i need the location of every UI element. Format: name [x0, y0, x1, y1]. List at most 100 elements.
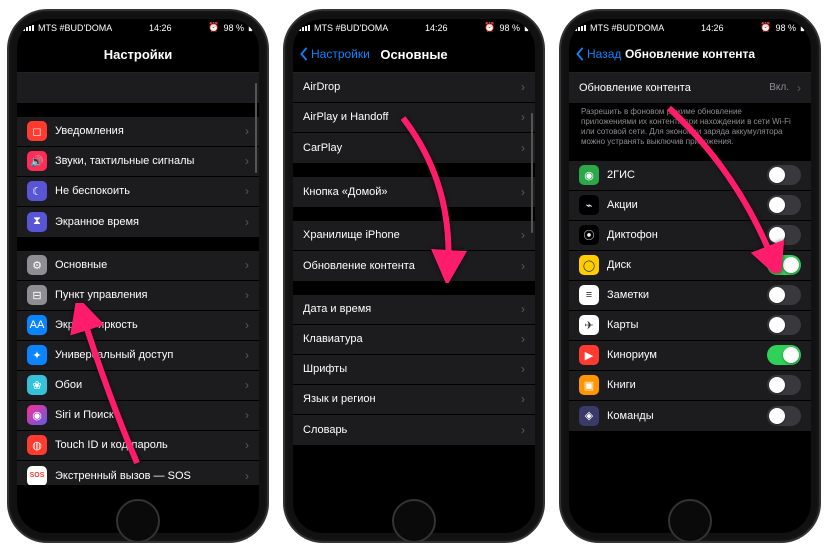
phone-frame-2: MTS #BUD'DOMA 14:26 ⏰ 98 % ▮ Настройки О… — [285, 11, 543, 541]
chevron-right-icon: › — [245, 288, 249, 302]
app-toggle[interactable] — [767, 195, 801, 215]
row-notifications[interactable]: ◻ Уведомления › — [17, 117, 259, 147]
row-label: Звуки, тактильные сигналы — [55, 155, 237, 167]
row-label: Обновление контента — [303, 260, 513, 272]
row-sos[interactable]: SOS Экстренный вызов — SOS › — [17, 461, 259, 485]
app-row[interactable]: ▣Книги — [569, 371, 811, 401]
app-row[interactable]: ▶Кинориум — [569, 341, 811, 371]
sliders-icon: ⊟ — [27, 285, 47, 305]
screen-1: MTS #BUD'DOMA 14:26 ⏰ 98 % ▮ Настройки ◻… — [17, 19, 259, 533]
app-icon: ◈ — [579, 406, 599, 426]
back-label: Настройки — [311, 47, 370, 61]
back-button[interactable]: Настройки — [299, 37, 370, 72]
app-toggle[interactable] — [767, 255, 801, 275]
app-row[interactable]: ◯Диск — [569, 251, 811, 281]
app-toggle[interactable] — [767, 406, 801, 426]
row-refresh-master[interactable]: Обновление контента Вкл. › — [569, 73, 811, 103]
app-row[interactable]: ✈Карты — [569, 311, 811, 341]
battery-icon: ▮ — [248, 22, 253, 33]
row-controlcenter[interactable]: ⊟ Пункт управления › — [17, 281, 259, 311]
siri-icon: ◉ — [27, 405, 47, 425]
row-sounds[interactable]: 🔊 Звуки, тактильные сигналы › — [17, 147, 259, 177]
row-general[interactable]: ⚙ Основные › — [17, 251, 259, 281]
row-language[interactable]: Язык и регион › — [293, 385, 535, 415]
row-display[interactable]: AA Экран и яркость › — [17, 311, 259, 341]
scrollbar[interactable] — [255, 83, 257, 173]
row-label: Touch ID и код-пароль — [55, 439, 237, 451]
row-wallpaper[interactable]: ❀ Обои › — [17, 371, 259, 401]
phone-frame-3: MTS #BUD'DOMA 14:26 ⏰ 98 % ▮ Назад Обнов… — [561, 11, 819, 541]
app-label: Диктофон — [607, 229, 759, 241]
app-row[interactable]: ≡Заметки — [569, 281, 811, 311]
back-button[interactable]: Назад — [575, 37, 621, 72]
row-label: Пункт управления — [55, 289, 237, 301]
clock-label: 14:26 — [149, 23, 172, 33]
row-siri[interactable]: ◉ Siri и Поиск › — [17, 401, 259, 431]
battery-icon: ▮ — [800, 22, 805, 33]
row-label: Основные — [55, 259, 237, 271]
app-icon: ◯ — [579, 255, 599, 275]
home-button[interactable] — [668, 499, 712, 543]
search-placeholder-row[interactable] — [17, 73, 259, 103]
row-background-refresh[interactable]: Обновление контента › — [293, 251, 535, 281]
row-storage[interactable]: Хранилище iPhone › — [293, 221, 535, 251]
home-button[interactable] — [392, 499, 436, 543]
row-accessibility[interactable]: ✦ Универсальный доступ › — [17, 341, 259, 371]
battery-label: 98 % — [224, 23, 245, 33]
app-toggle[interactable] — [767, 315, 801, 335]
chevron-right-icon: › — [245, 258, 249, 272]
row-homebutton[interactable]: Кнопка «Домой» › — [293, 177, 535, 207]
row-dictionary[interactable]: Словарь › — [293, 415, 535, 445]
settings-list[interactable]: ◻ Уведомления › 🔊 Звуки, тактильные сигн… — [17, 73, 259, 485]
row-keyboard[interactable]: Клавиатура › — [293, 325, 535, 355]
chevron-right-icon: › — [521, 185, 525, 199]
page-title: Обновление контента — [625, 47, 755, 61]
row-label: Кнопка «Домой» — [303, 186, 513, 198]
app-row[interactable]: ◈Команды — [569, 401, 811, 431]
row-fonts[interactable]: Шрифты › — [293, 355, 535, 385]
nav-bar: Настройки — [17, 37, 259, 73]
row-carplay[interactable]: CarPlay › — [293, 133, 535, 163]
row-label: Дата и время — [303, 303, 513, 315]
app-icon: ⦿ — [579, 225, 599, 245]
gear-icon: ⚙ — [27, 255, 47, 275]
chevron-right-icon: › — [521, 141, 525, 155]
app-icon: ▶ — [579, 345, 599, 365]
row-airplay[interactable]: AirPlay и Handoff › — [293, 103, 535, 133]
row-label: Шрифты — [303, 363, 513, 375]
carrier-label: MTS #BUD'DOMA — [314, 23, 388, 33]
section-footer: Разрешить в фоновом режиме обновление пр… — [569, 103, 811, 147]
scrollbar[interactable] — [531, 113, 533, 233]
app-row[interactable]: ◉2ГИС — [569, 161, 811, 191]
hourglass-icon: ⧗ — [27, 212, 47, 232]
row-label: Словарь — [303, 424, 513, 436]
app-row[interactable]: ⦿ Диктофон — [569, 221, 811, 251]
clock-label: 14:26 — [701, 23, 724, 33]
alarm-icon: ⏰ — [484, 22, 495, 33]
row-label: Siri и Поиск — [55, 409, 237, 421]
row-touchid[interactable]: ◍ Touch ID и код-пароль › — [17, 431, 259, 461]
row-label: Экран и яркость — [55, 319, 237, 331]
app-toggle[interactable] — [767, 375, 801, 395]
app-icon: ▣ — [579, 375, 599, 395]
app-toggle[interactable] — [767, 345, 801, 365]
chevron-right-icon: › — [245, 348, 249, 362]
chevron-right-icon: › — [521, 423, 525, 437]
app-toggle[interactable] — [767, 285, 801, 305]
row-screentime[interactable]: ⧗ Экранное время › — [17, 207, 259, 237]
home-button[interactable] — [116, 499, 160, 543]
chevron-right-icon: › — [521, 332, 525, 346]
signal-icon — [23, 25, 34, 31]
general-list[interactable]: AirDrop › AirPlay и Handoff › CarPlay › … — [293, 73, 535, 485]
alarm-icon: ⏰ — [208, 22, 219, 33]
row-datetime[interactable]: Дата и время › — [293, 295, 535, 325]
app-label: 2ГИС — [607, 169, 759, 181]
app-row[interactable]: ⌁Акции — [569, 191, 811, 221]
row-dnd[interactable]: ☾ Не беспокоить › — [17, 177, 259, 207]
app-toggle[interactable] — [767, 165, 801, 185]
chevron-right-icon: › — [245, 154, 249, 168]
refresh-list[interactable]: Обновление контента Вкл. › Разрешить в ф… — [569, 73, 811, 485]
row-airdrop[interactable]: AirDrop › — [293, 73, 535, 103]
accessibility-icon: ✦ — [27, 345, 47, 365]
app-toggle[interactable] — [767, 225, 801, 245]
